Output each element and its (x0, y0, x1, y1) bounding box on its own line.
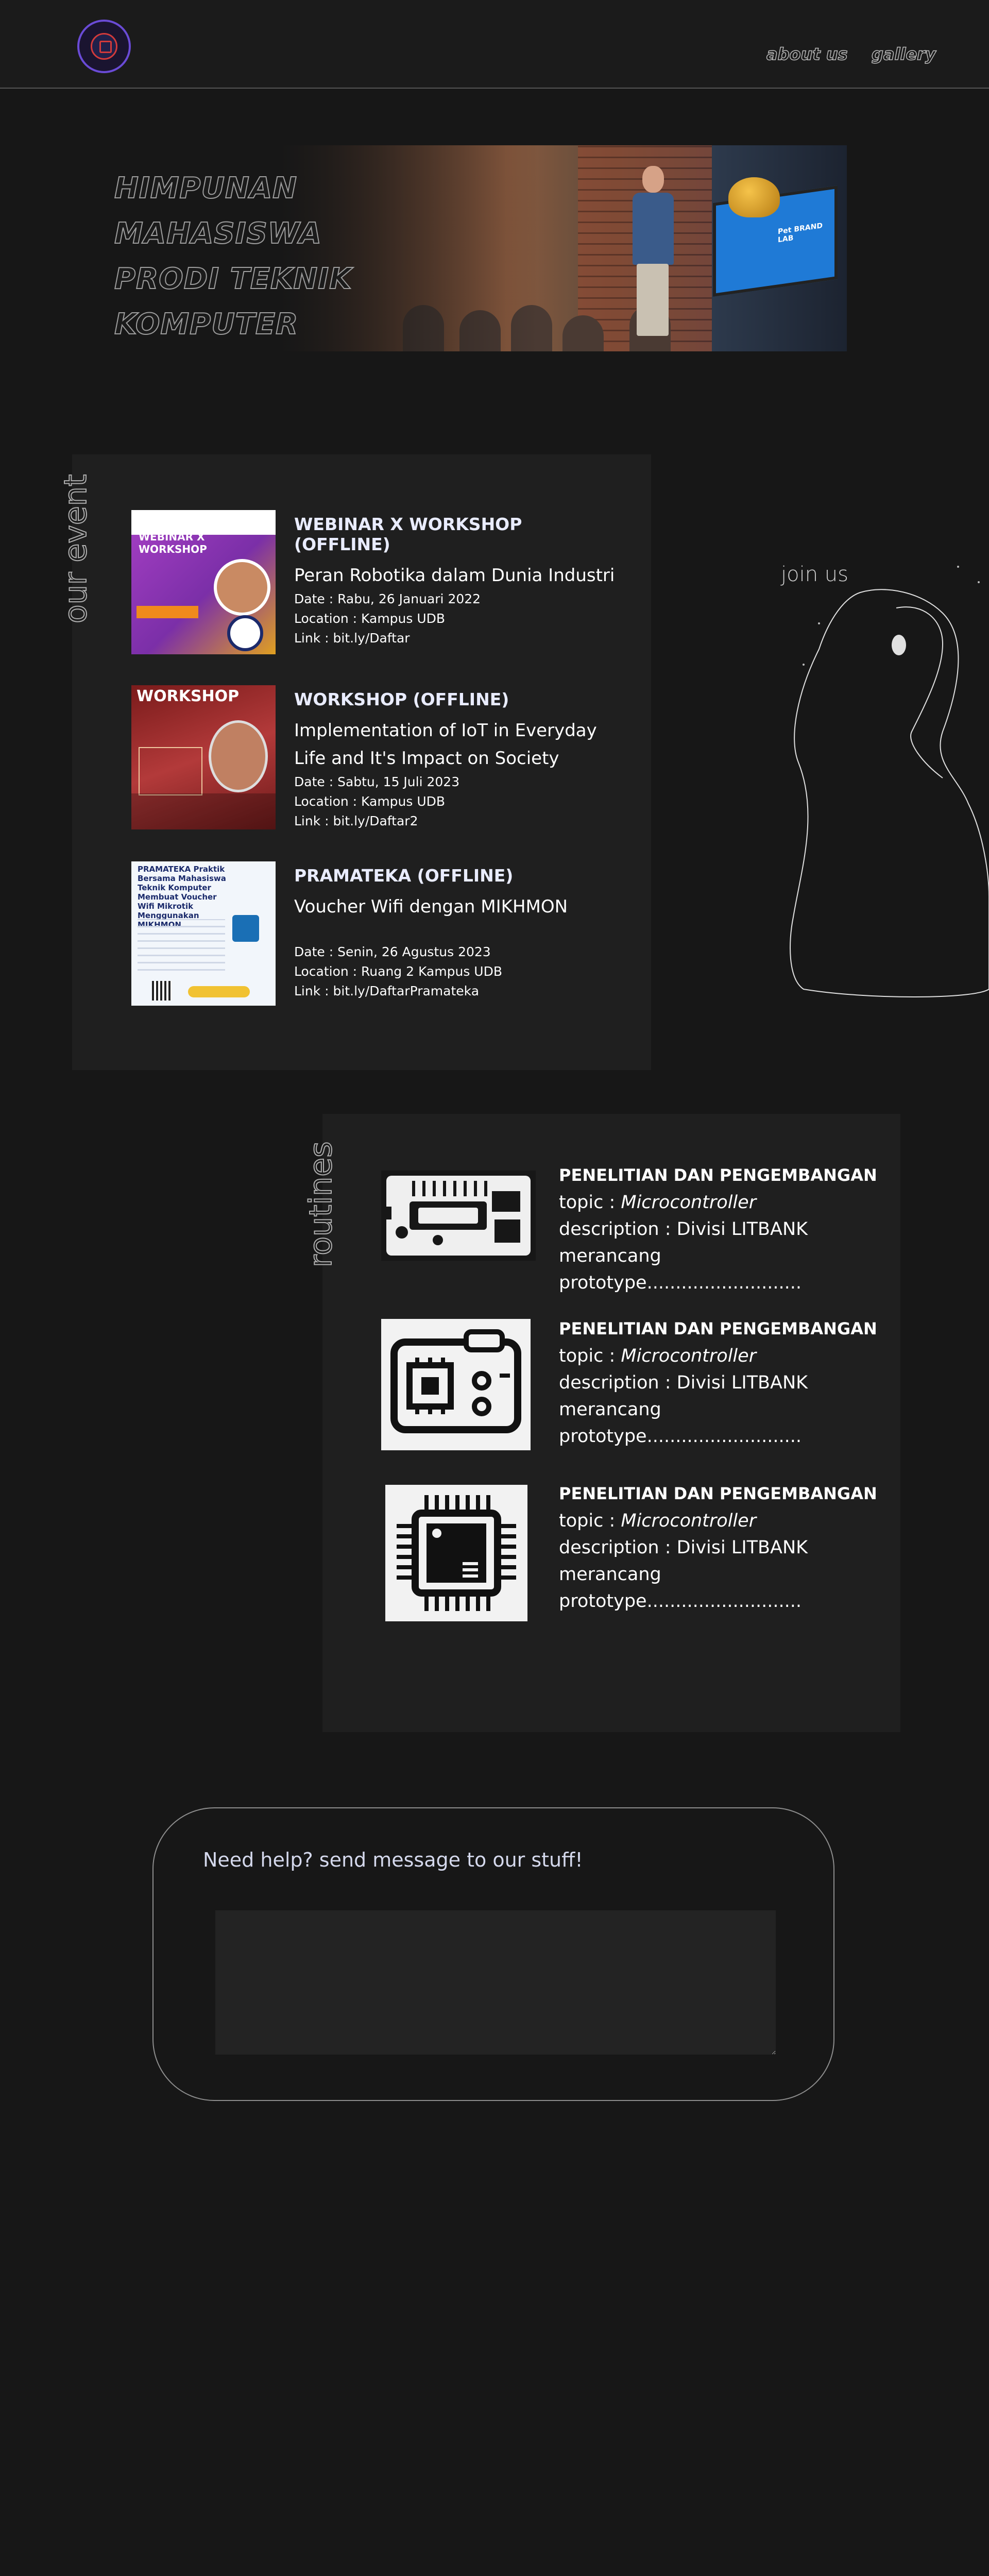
chip-icon (385, 1485, 527, 1621)
hero-title-line: HIMPUNAN (114, 171, 298, 206)
event-title: Peran Robotika dalam Dunia Industri (294, 565, 615, 586)
hero-banner: Pet BRAND LAB HIMPUNAN MAHASISWA PRODI T… (114, 145, 847, 351)
qr-code-icon (152, 981, 172, 1001)
hero-title-line: MAHASISWA (114, 216, 322, 251)
hero-presenter (629, 166, 676, 336)
routine-card[interactable]: PENELITIAN DAN PENGEMBANGAN topic : Micr… (381, 1165, 877, 1304)
help-title: Need help? send message to our stuff! (203, 1849, 583, 1871)
event-date: Date : Rabu, 26 Januari 2022 (294, 591, 481, 606)
help-form: Need help? send message to our stuff! (152, 1807, 834, 2101)
routine-detail: merancang prototype.....................… (559, 1399, 802, 1447)
routine-detail: merancang prototype.....................… (559, 1246, 802, 1293)
hero-screen-text: Pet BRAND LAB (778, 222, 823, 245)
events-section-label: our event (57, 474, 94, 624)
routine-card[interactable]: PENELITIAN DAN PENGEMBANGAN topic : Micr… (381, 1319, 877, 1458)
mikhmon-logo-icon (232, 915, 259, 942)
routine-topic: topic : Microcontroller (559, 1189, 889, 1216)
event-location: Location : Kampus UDB (294, 794, 446, 809)
routines-section-label: routines (302, 1141, 339, 1268)
event-link[interactable]: Link : bit.ly/DaftarPramateka (294, 981, 624, 1001)
event-location: Location : Kampus UDB (294, 611, 446, 626)
pendant-lamp-icon (728, 177, 780, 217)
speaker-photo (214, 559, 270, 616)
routine-topic-prefix: topic : (559, 1346, 621, 1366)
event-link[interactable]: Link : bit.ly/Daftar (294, 629, 624, 648)
event-type: WEBINAR X WORKSHOP (OFFLINE) (294, 514, 522, 554)
event-type: PRAMATEKA (OFFLINE) (294, 866, 514, 886)
event-poster: WORKSHOP (131, 685, 276, 829)
hero-title: HIMPUNAN MAHASISWA PRODI TEKNIK KOMPUTER (114, 166, 352, 347)
event-title: Voucher Wifi dengan MIKHMON (294, 896, 568, 917)
nav-about-link[interactable]: about us (766, 44, 848, 64)
microcontroller-board-icon (381, 1319, 531, 1450)
hero-title-line: KOMPUTER (114, 307, 299, 342)
routine-card[interactable]: PENELITIAN DAN PENGEMBANGAN topic : Micr… (381, 1484, 877, 1623)
event-title: Implementation of IoT in Everyday Life a… (294, 720, 597, 769)
routine-topic-prefix: topic : (559, 1192, 621, 1213)
event-card[interactable]: WEBINAR X WORKSHOP WEBINAR X WORKSHOP (O… (131, 510, 621, 654)
event-date: Date : Senin, 26 Agustus 2023 (294, 944, 491, 959)
routine-description: description : Divisi LITBANK (559, 1219, 808, 1240)
routine-topic-prefix: topic : (559, 1511, 621, 1531)
event-card[interactable]: PRAMATEKA Praktik Bersama Mahasiswa Tekn… (131, 861, 621, 1006)
routine-topic-value: Microcontroller (621, 1346, 757, 1366)
routine-description: description : Divisi LITBANK (559, 1372, 808, 1393)
event-poster: WEBINAR X WORKSHOP (131, 510, 276, 654)
logo-emblem (91, 33, 117, 60)
routine-detail: merancang prototype.....................… (559, 1564, 802, 1612)
event-date: Date : Sabtu, 15 Juli 2023 (294, 774, 460, 789)
event-poster: PRAMATEKA Praktik Bersama Mahasiswa Tekn… (131, 861, 276, 1006)
logo-icon[interactable] (77, 20, 131, 73)
speaker-photo (209, 720, 268, 792)
routine-topic: topic : Microcontroller (559, 1507, 889, 1534)
poster-title: WORKSHOP (137, 687, 240, 705)
routine-description: description : Divisi LITBANK (559, 1537, 808, 1558)
routine-topic-value: Microcontroller (621, 1192, 757, 1213)
event-card[interactable]: WORKSHOP WORKSHOP (OFFLINE) Implementati… (131, 685, 621, 829)
routine-title: PENELITIAN DAN PENGEMBANGAN (559, 1484, 877, 1503)
navbar: about us gallery (0, 0, 989, 89)
routine-topic: topic : Microcontroller (559, 1343, 889, 1369)
nav-gallery-link[interactable]: gallery (871, 44, 936, 64)
hero-title-line: PRODI TEKNIK (114, 262, 352, 296)
routine-title: PENELITIAN DAN PENGEMBANGAN (559, 1319, 877, 1338)
help-message-input[interactable] (215, 1910, 776, 2055)
event-type: WORKSHOP (OFFLINE) (294, 689, 509, 709)
routine-title: PENELITIAN DAN PENGEMBANGAN (559, 1165, 877, 1185)
silhouette-illustration (790, 566, 989, 997)
event-location: Location : Ruang 2 Kampus UDB (294, 964, 502, 979)
event-link[interactable]: Link : bit.ly/Daftar2 (294, 811, 624, 831)
routine-topic-value: Microcontroller (621, 1511, 757, 1531)
circuit-board-icon (381, 1171, 536, 1261)
poster-title: WEBINAR X WORKSHOP (139, 531, 207, 555)
